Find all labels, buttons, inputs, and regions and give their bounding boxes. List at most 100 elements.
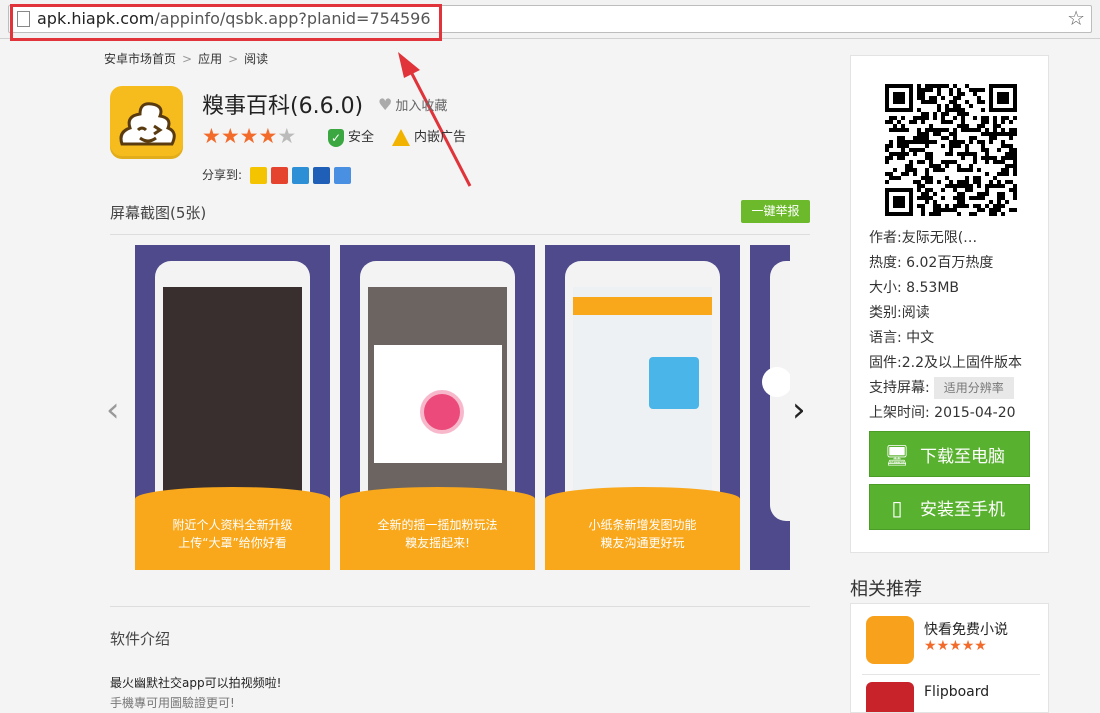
qzone-icon[interactable] — [249, 167, 267, 184]
breadcrumb-separator: > — [228, 52, 239, 66]
breadcrumb-reading[interactable]: 阅读 — [244, 52, 268, 66]
phone-screen — [163, 287, 302, 517]
caption-line2: 糗友沟通更好玩 — [600, 536, 685, 550]
screenshot-4-partial[interactable] — [750, 245, 790, 570]
star-icon: ★ — [239, 124, 259, 148]
shield-check-icon: ✓ — [328, 128, 344, 147]
info-author: 作者:友际无限(… — [869, 226, 1022, 251]
resolution-button[interactable]: 适用分辨率 — [933, 377, 1014, 399]
info-value: 6.02百万热度 — [906, 255, 994, 271]
tencent-weibo-icon[interactable] — [291, 167, 309, 184]
intro-title: 软件介绍 — [110, 630, 171, 648]
screenshot-2[interactable]: 全新的摇一摇加粉玩法 糗友摇起来! — [340, 245, 535, 570]
screenshot-caption: 附近个人资料全新升级 上传“大罩”给你好看 — [135, 500, 330, 570]
divider — [862, 674, 1040, 675]
info-label: 支持屏幕: — [869, 380, 930, 396]
report-button[interactable]: 一键举报 — [741, 200, 810, 223]
more-share-icon[interactable] — [333, 167, 351, 184]
info-popularity: 热度: 6.02百万热度 — [869, 251, 1022, 276]
install-to-phone-button[interactable]: ▯ 安装至手机 — [869, 484, 1030, 530]
info-label: 热度: — [869, 255, 902, 271]
caption-line1: 全新的摇一摇加粉玩法 — [377, 518, 498, 532]
share-label: 分享到: — [202, 168, 243, 182]
star-icon: ★ — [202, 124, 221, 148]
chat-header — [573, 297, 712, 315]
app-icon — [110, 86, 183, 159]
app-info-panel: 作者:友际无限(… 热度: 6.02百万热度 大小: 8.53MB 类别:阅读 … — [850, 55, 1049, 553]
info-value[interactable]: 阅读 — [902, 305, 930, 321]
star-icon: ★ — [277, 124, 297, 148]
favorite-label: 加入收藏 — [395, 99, 448, 114]
screenshot-3[interactable]: 小纸条新增发图功能 糗友沟通更好玩 — [545, 245, 740, 570]
highlight-box — [10, 4, 442, 41]
info-size: 大小: 8.53MB — [869, 276, 1022, 301]
info-label: 语言: — [869, 330, 902, 346]
download-label: 下载至电脑 — [920, 447, 1005, 467]
screenshot-1[interactable]: 附近个人资料全新升级 上传“大罩”给你好看 — [135, 245, 330, 570]
recommend-app-icon[interactable] — [866, 616, 914, 664]
info-label: 固件: — [869, 355, 902, 371]
recommend-app-name[interactable]: 快看免费小说 — [924, 619, 1008, 639]
ads-badge: 内嵌广告 — [392, 126, 466, 146]
favorite-button[interactable]: ♥ 加入收藏 — [378, 95, 447, 114]
divider — [110, 606, 810, 607]
safe-badge: ✓ 安全 — [328, 126, 374, 147]
recommend-app-name[interactable]: Flipboard — [924, 684, 989, 700]
star-icon: ★ — [936, 638, 950, 654]
flipboard-icon[interactable] — [866, 682, 914, 712]
info-value[interactable]: 友际无限(… — [902, 230, 977, 246]
app-info-list: 作者:友际无限(… 热度: 6.02百万热度 大小: 8.53MB 类别:阅读 … — [869, 226, 1022, 426]
info-label: 作者: — [869, 230, 902, 246]
info-date: 上架时间: 2015-04-20 — [869, 401, 1022, 426]
breadcrumb: 安卓市场首页 > 应用 > 阅读 — [104, 50, 268, 67]
ads-label: 内嵌广告 — [414, 130, 467, 145]
qr-code — [885, 84, 1017, 216]
rating-stars: ★★★★★ — [202, 124, 296, 148]
breadcrumb-home[interactable]: 安卓市场首页 — [104, 52, 176, 66]
star-icon: ★ — [258, 124, 278, 148]
screenshots-title: 屏幕截图(5张) — [110, 204, 207, 222]
info-firmware: 固件:2.2及以上固件版本 — [869, 351, 1022, 376]
safe-label: 安全 — [348, 130, 375, 145]
intro-text-cut: 手機專可用圖驗證更可! — [110, 696, 235, 710]
download-to-pc-button[interactable]: 🖥 下载至电脑 — [869, 431, 1030, 477]
recommend-app-rating: ★★★★★ — [924, 638, 987, 654]
carousel-prev-icon[interactable]: ‹ — [106, 390, 120, 430]
info-screen: 支持屏幕: 适用分辨率 — [869, 376, 1022, 401]
star-icon[interactable]: ☆ — [1067, 6, 1085, 30]
install-label: 安装至手机 — [920, 500, 1005, 520]
info-label: 大小: — [869, 280, 902, 296]
weibo-icon[interactable] — [270, 167, 288, 184]
info-value: 2015-04-20 — [934, 405, 1016, 421]
caption-line2: 上传“大罩”给你好看 — [178, 536, 287, 550]
intro-text: 最火幽默社交app可以拍视频啦! — [110, 676, 282, 690]
chat-image-bubble — [649, 357, 699, 409]
share-row: 分享到: — [202, 166, 351, 184]
star-icon: ★ — [924, 638, 937, 654]
star-icon: ★ — [220, 124, 240, 148]
breadcrumb-separator: > — [182, 52, 193, 66]
shake-button — [420, 390, 464, 434]
info-language: 语言: 中文 — [869, 326, 1022, 351]
warning-icon — [392, 129, 410, 146]
app-title: 糗事百科(6.6.0) — [202, 94, 364, 119]
heart-icon: ♥ — [378, 95, 393, 114]
recommend-title: 相关推荐 — [850, 579, 922, 600]
star-icon: ★ — [974, 638, 987, 654]
phone-icon: ▯ — [891, 496, 903, 520]
breadcrumb-apps[interactable]: 应用 — [198, 52, 222, 66]
info-label: 类别: — [869, 305, 902, 321]
star-icon: ★ — [949, 638, 962, 654]
screenshot-carousel: 附近个人资料全新升级 上传“大罩”给你好看 全新的摇一摇加粉玩法 糗友摇起来! 小纸… — [135, 245, 790, 570]
carousel-next-icon[interactable]: › — [792, 390, 806, 430]
star-icon: ★ — [961, 638, 975, 654]
poop-face-icon — [119, 102, 176, 146]
caption-line2: 糗友摇起来! — [405, 536, 470, 550]
divider — [110, 234, 810, 235]
info-label: 上架时间: — [869, 405, 930, 421]
screenshot-caption: 小纸条新增发图功能 糗友沟通更好玩 — [545, 500, 740, 570]
screenshot-caption: 全新的摇一摇加粉玩法 糗友摇起来! — [340, 500, 535, 570]
monitor-icon: 🖥 — [884, 443, 910, 467]
renren-icon[interactable] — [312, 167, 330, 184]
caption-line1: 附近个人资料全新升级 — [172, 518, 293, 532]
